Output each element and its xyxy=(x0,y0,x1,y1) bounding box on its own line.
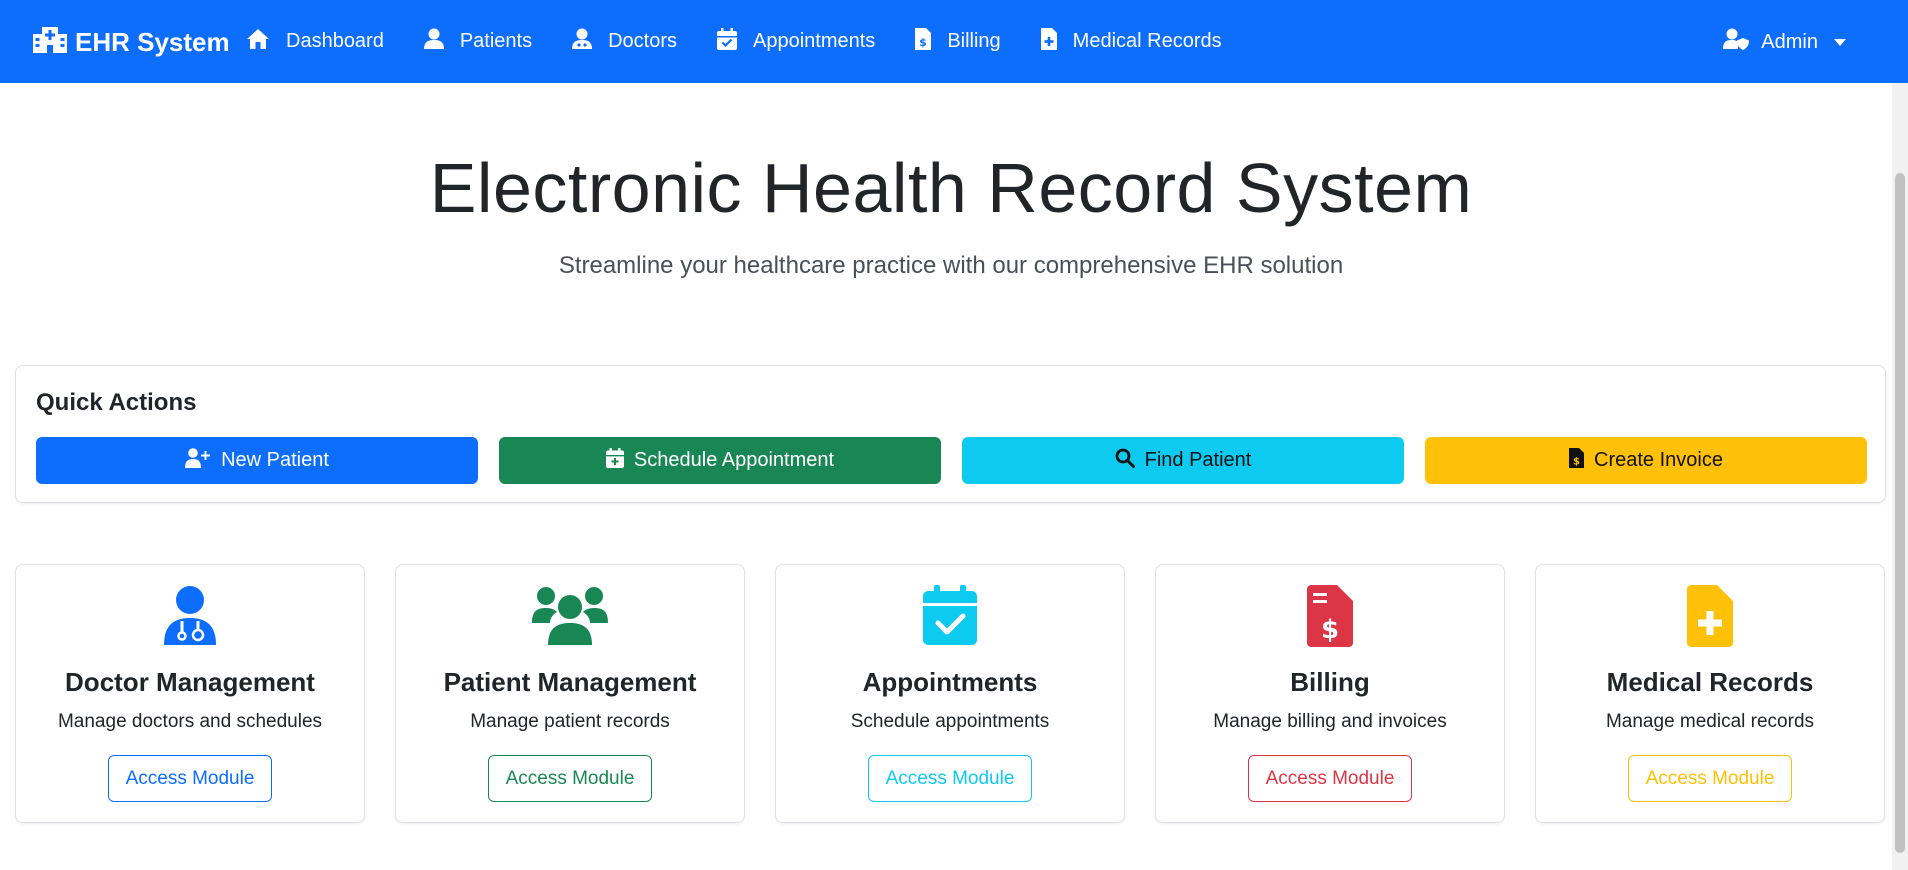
module-description: Manage patient records xyxy=(470,711,670,732)
nav-item-label: Doctors xyxy=(608,30,678,52)
admin-label: Admin xyxy=(1761,30,1818,53)
nav-item-label: Dashboard xyxy=(286,30,384,52)
nav-menu: Dashboard Patients Doctors Appointments … xyxy=(246,0,1262,83)
page-title: Electronic Health Record System xyxy=(429,149,1473,227)
search-icon xyxy=(1115,448,1135,474)
module-title: Patient Management xyxy=(443,667,697,697)
brand-text: EHR System xyxy=(75,26,230,57)
quick-actions-title: Quick Actions xyxy=(36,389,197,416)
button-label: Find Patient xyxy=(1144,449,1252,471)
file-invoice-dollar-icon: $ xyxy=(915,27,947,56)
module-title: Billing xyxy=(1290,667,1370,697)
module-title: Doctor Management xyxy=(65,667,315,697)
access-module-button[interactable]: Access Module xyxy=(1248,755,1412,802)
brand-link[interactable]: EHR System xyxy=(33,24,230,60)
nav-item-label: Billing xyxy=(947,30,1001,52)
file-invoice-dollar-icon: $ xyxy=(1156,585,1504,649)
find-patient-button[interactable]: Find Patient xyxy=(962,437,1404,484)
user-icon xyxy=(423,28,460,56)
calendar-check-icon xyxy=(717,27,753,56)
caret-down-icon xyxy=(1834,38,1846,46)
module-card-appointments: Appointments Schedule appointments Acces… xyxy=(775,564,1125,823)
users-icon xyxy=(396,585,744,649)
nav-item-patients[interactable]: Patients xyxy=(423,22,533,62)
button-label: Schedule Appointment xyxy=(633,449,835,471)
user-doctor-icon xyxy=(572,28,608,56)
svg-text:$: $ xyxy=(919,36,927,49)
module-title: Appointments xyxy=(862,667,1038,697)
nav-item-appointments[interactable]: Appointments xyxy=(717,22,875,62)
create-invoice-button[interactable]: $ Create Invoice xyxy=(1425,437,1867,484)
calendar-check-icon xyxy=(776,585,1124,649)
nav-item-billing[interactable]: $ Billing xyxy=(915,22,1001,62)
button-label: New Patient xyxy=(221,449,329,471)
access-module-button[interactable]: Access Module xyxy=(868,755,1032,802)
module-card-patient-management: Patient Management Manage patient record… xyxy=(395,564,745,823)
top-navbar: EHR System Dashboard Patients Doctors Ap… xyxy=(0,0,1908,83)
nav-item-medical-records[interactable]: Medical Records xyxy=(1040,22,1222,62)
module-card-doctor-management: Doctor Management Manage doctors and sch… xyxy=(15,564,365,823)
module-description: Manage doctors and schedules xyxy=(57,711,323,732)
module-description: Manage medical records xyxy=(1605,711,1815,732)
admin-dropdown[interactable]: Admin xyxy=(1723,22,1846,62)
access-module-button[interactable]: Access Module xyxy=(1628,755,1792,802)
svg-text:$: $ xyxy=(1573,456,1580,467)
home-icon xyxy=(246,28,286,56)
schedule-appointment-button[interactable]: Schedule Appointment xyxy=(499,437,941,484)
nav-item-doctors[interactable]: Doctors xyxy=(572,22,677,62)
quick-actions-card: Quick Actions New Patient Schedule Appoi… xyxy=(15,365,1886,503)
nav-item-label: Medical Records xyxy=(1072,30,1222,52)
module-card-medical-records: Medical Records Manage medical records A… xyxy=(1535,564,1885,823)
file-medical-icon xyxy=(1536,585,1884,649)
nav-item-label: Appointments xyxy=(753,30,876,52)
module-description: Schedule appointments xyxy=(850,711,1050,732)
file-invoice-dollar-icon: $ xyxy=(1569,447,1585,474)
svg-text:$: $ xyxy=(1321,615,1339,645)
new-patient-button[interactable]: New Patient xyxy=(36,437,478,484)
user-shield-icon xyxy=(1723,28,1750,56)
button-label: Create Invoice xyxy=(1594,449,1723,471)
hospital-icon xyxy=(33,25,67,60)
nav-item-dashboard[interactable]: Dashboard xyxy=(246,22,384,62)
nav-item-label: Patients xyxy=(459,30,533,52)
module-title: Medical Records xyxy=(1606,667,1814,697)
user-plus-icon xyxy=(185,447,211,474)
access-module-button[interactable]: Access Module xyxy=(488,755,652,802)
user-doctor-icon xyxy=(16,585,364,649)
page-subtitle: Streamline your healthcare practice with… xyxy=(558,252,1344,279)
module-card-billing: $ Billing Manage billing and invoices Ac… xyxy=(1155,564,1505,823)
module-description: Manage billing and invoices xyxy=(1213,711,1447,732)
access-module-button[interactable]: Access Module xyxy=(108,755,272,802)
calendar-plus-icon xyxy=(605,447,624,474)
file-medical-icon xyxy=(1040,27,1073,56)
